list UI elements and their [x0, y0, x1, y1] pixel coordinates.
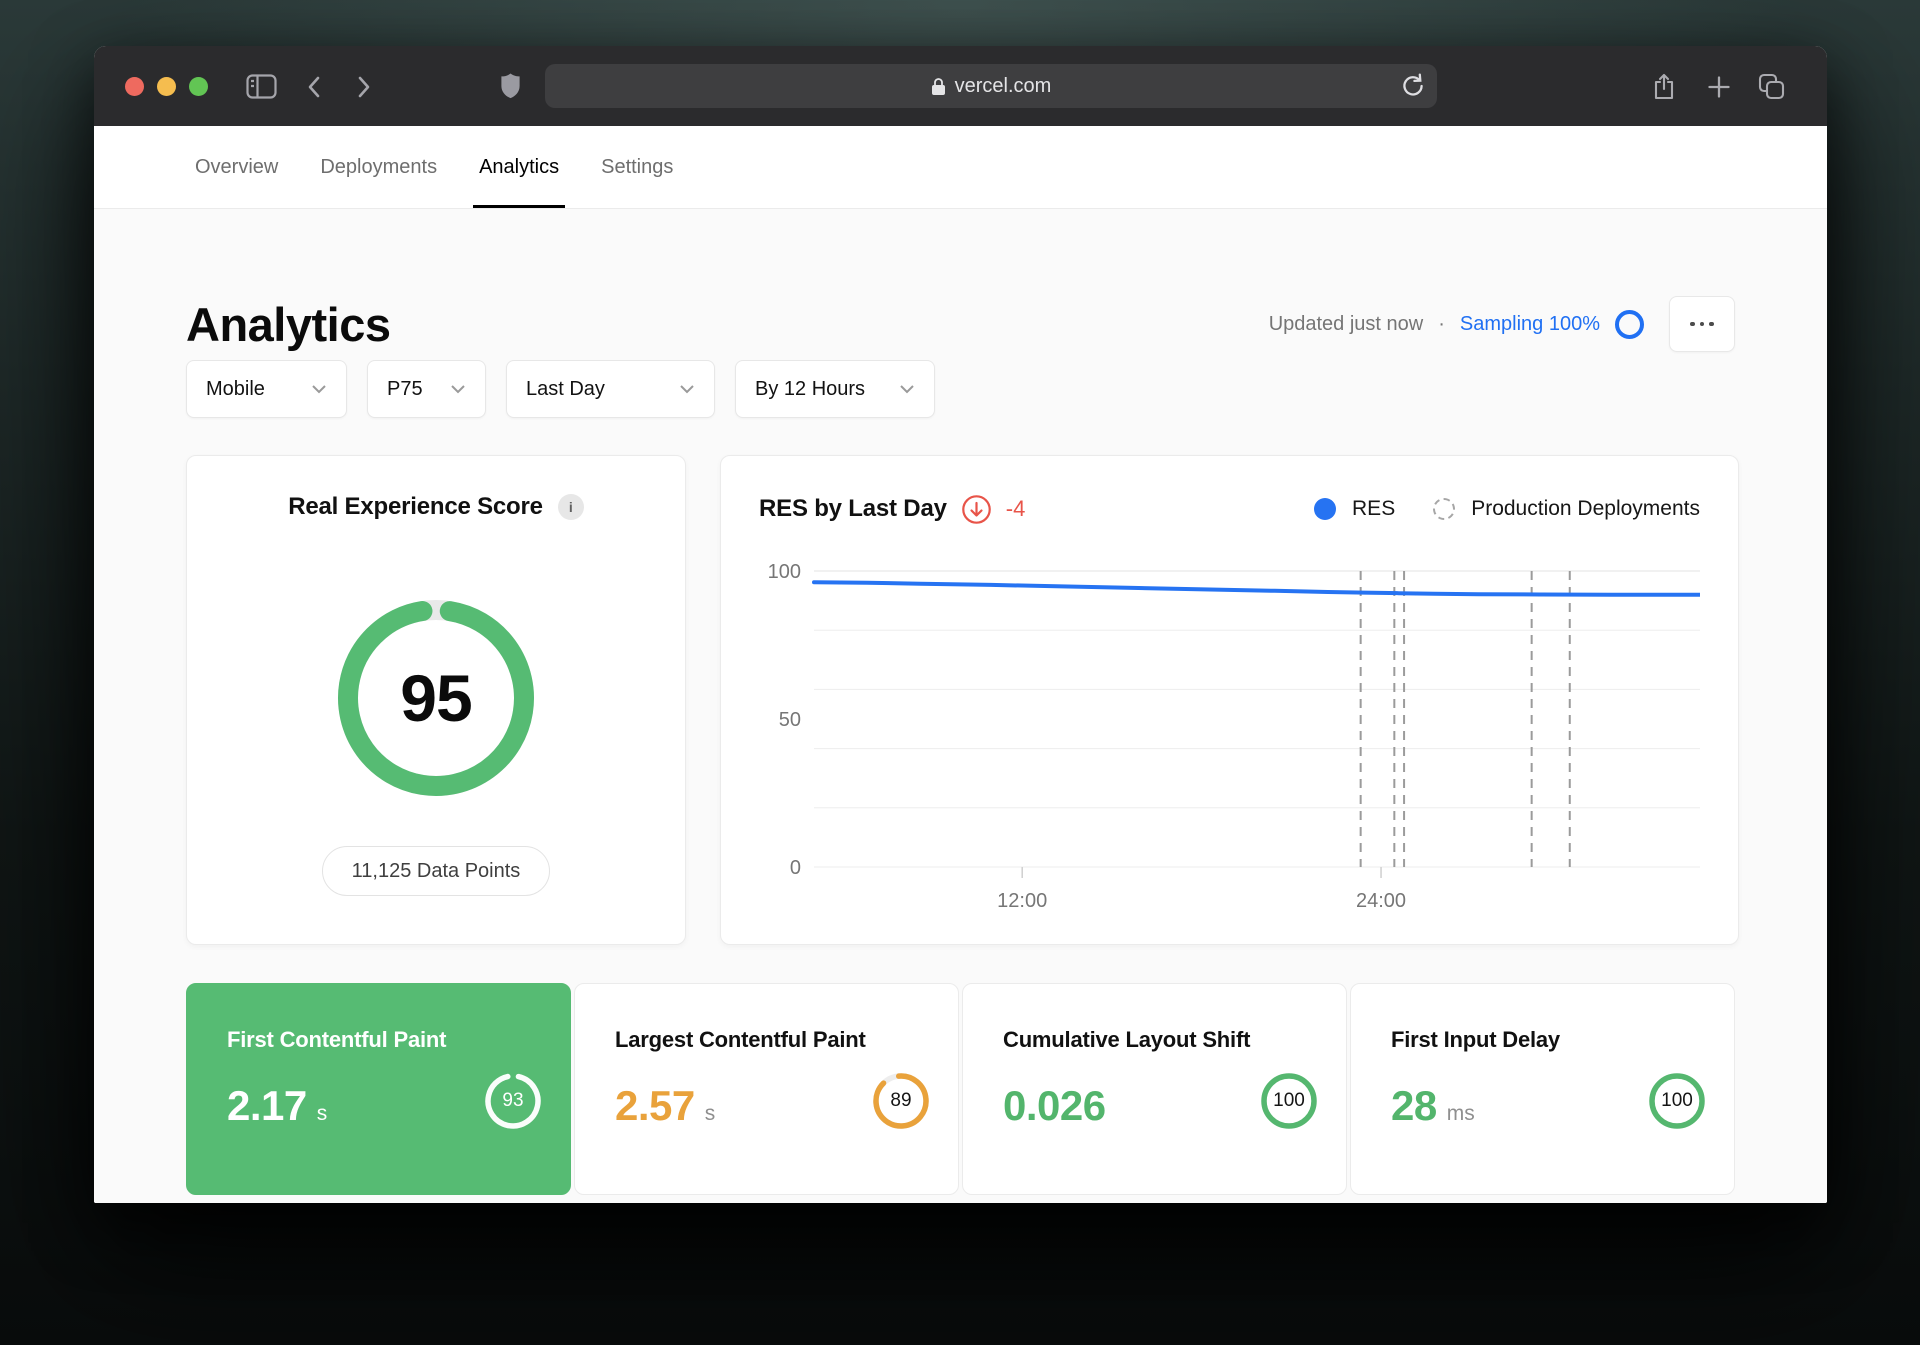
filter-bar: Mobile P75 Last Day By 12 Hours	[186, 360, 1735, 418]
interval-select[interactable]: By 12 Hours	[735, 360, 935, 418]
minimize-window-button[interactable]	[157, 77, 176, 96]
new-tab-icon[interactable]	[1708, 76, 1730, 103]
tab-overview-icon[interactable]	[1758, 73, 1785, 105]
svg-text:100: 100	[768, 561, 801, 583]
cls-score-ring: 100	[1258, 1070, 1320, 1132]
more-options-button[interactable]	[1669, 296, 1735, 352]
metric-card-fid[interactable]: First Input Delay 28 ms 100	[1350, 983, 1735, 1195]
web-vitals-row: First Contentful Paint 2.17 s 93 Largest…	[186, 983, 1735, 1195]
fid-score-ring: 100	[1646, 1070, 1708, 1132]
back-icon[interactable]	[306, 75, 322, 104]
close-window-button[interactable]	[125, 77, 144, 96]
lock-icon	[931, 77, 946, 96]
metric-card-cls[interactable]: Cumulative Layout Shift 0.026 100	[962, 983, 1347, 1195]
real-experience-score-card: Real Experience Score i 95 11,125 Data P…	[186, 455, 686, 945]
url-text: vercel.com	[954, 74, 1052, 97]
res-chart-card: RES by Last Day -4 RES Production Deploy…	[720, 455, 1739, 945]
res-gauge: 95	[331, 593, 541, 803]
chevron-down-icon	[680, 385, 694, 394]
svg-text:24:00: 24:00	[1356, 890, 1406, 912]
fid-value: 28	[1391, 1082, 1437, 1129]
tab-analytics[interactable]: Analytics	[473, 126, 566, 208]
deployments-legend-circle-icon	[1433, 498, 1456, 520]
page-title: Analytics	[186, 297, 391, 351]
address-bar[interactable]: vercel.com	[545, 64, 1437, 108]
chevron-down-icon	[312, 385, 326, 394]
fcp-value: 2.17	[227, 1082, 307, 1129]
lcp-score-ring: 89	[870, 1070, 932, 1132]
fcp-unit: s	[316, 1102, 328, 1125]
tab-deployments[interactable]: Deployments	[318, 126, 439, 208]
privacy-shield-icon[interactable]	[499, 72, 522, 105]
percentile-select[interactable]: P75	[367, 360, 486, 418]
chevron-down-icon	[451, 385, 465, 394]
trend-down-icon	[961, 494, 991, 524]
metric-card-lcp[interactable]: Largest Contentful Paint 2.57 s 89	[574, 983, 959, 1195]
info-icon[interactable]: i	[557, 494, 584, 520]
svg-text:50: 50	[779, 709, 801, 731]
zoom-window-button[interactable]	[189, 77, 208, 96]
chart-legend: RES Production Deployments	[1314, 497, 1700, 521]
project-nav: Overview Deployments Analytics Settings	[94, 126, 1827, 209]
meta-separator: ·	[1438, 312, 1445, 335]
timerange-select[interactable]: Last Day	[506, 360, 715, 418]
chart-delta: -4	[1005, 496, 1026, 521]
chevron-down-icon	[900, 385, 914, 394]
browser-window: vercel.com Overview Deployments Analytic…	[94, 46, 1827, 1203]
device-select[interactable]: Mobile	[186, 360, 347, 418]
sidebar-toggle-icon[interactable]	[246, 74, 277, 104]
metric-card-fcp[interactable]: First Contentful Paint 2.17 s 93	[186, 983, 571, 1195]
browser-titlebar: vercel.com	[94, 46, 1827, 126]
res-score: 95	[400, 661, 472, 735]
forward-icon[interactable]	[356, 75, 372, 104]
sampling-link[interactable]: Sampling 100%	[1460, 313, 1600, 336]
page-content: Analytics Updated just now · Sampling 10…	[94, 209, 1827, 1203]
svg-text:12:00: 12:00	[997, 890, 1047, 912]
res-legend-dot-icon	[1314, 498, 1337, 520]
data-points-badge: 11,125 Data Points	[321, 846, 551, 896]
lcp-unit: s	[704, 1102, 716, 1125]
reload-icon[interactable]	[1399, 72, 1427, 106]
svg-text:0: 0	[790, 857, 801, 879]
chart-title: RES by Last Day	[759, 495, 947, 522]
res-card-title: Real Experience Score	[288, 493, 543, 520]
updated-status: Updated just now	[1268, 312, 1424, 335]
share-icon[interactable]	[1652, 73, 1676, 105]
lcp-value: 2.57	[615, 1082, 695, 1129]
more-options-icon	[1690, 321, 1695, 327]
cls-value: 0.026	[1003, 1082, 1106, 1129]
traffic-lights	[125, 77, 208, 96]
tab-settings[interactable]: Settings	[599, 126, 675, 208]
fcp-score-ring: 93	[482, 1070, 544, 1132]
legend-label-res: RES	[1352, 497, 1396, 520]
tab-overview[interactable]: Overview	[193, 126, 280, 208]
res-line-chart[interactable]: 100 50 0 12:00 24:00	[759, 559, 1700, 917]
fid-unit: ms	[1446, 1102, 1475, 1125]
legend-label-deployments: Production Deployments	[1471, 497, 1700, 520]
sampling-progress-icon	[1615, 309, 1644, 339]
